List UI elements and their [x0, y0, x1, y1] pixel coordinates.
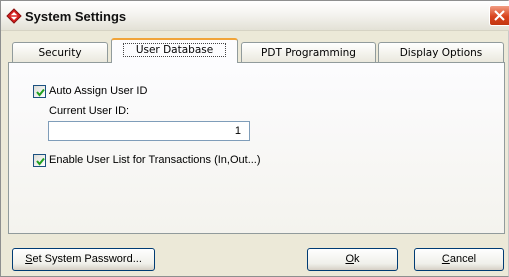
tab-pdt-programming[interactable]: PDT Programming [241, 42, 376, 63]
user-database-panel: Auto Assign User ID Current User ID: 1 E… [8, 62, 505, 234]
app-diamond-icon [6, 8, 22, 24]
tab-security[interactable]: Security [12, 42, 108, 63]
title-bar[interactable]: System Settings [1, 1, 509, 31]
auto-assign-checkbox[interactable] [33, 85, 46, 98]
tab-label: User Database [122, 43, 227, 57]
tab-user-database[interactable]: User Database [111, 38, 238, 63]
cancel-button[interactable]: Cancel [414, 248, 504, 271]
tab-label: Display Options [399, 47, 483, 59]
current-user-id-label: Current User ID: [49, 105, 130, 117]
system-settings-dialog: System Settings Security User Database P… [0, 0, 509, 277]
button-label: et System Password... [32, 253, 142, 265]
button-mnemonic: C [441, 253, 450, 265]
button-label: k [354, 253, 360, 265]
button-label: ancel [449, 253, 477, 265]
tab-label: PDT Programming [261, 47, 356, 59]
enable-user-list-label[interactable]: Enable User List for Transactions (In,Ou… [49, 154, 261, 166]
close-button[interactable] [489, 5, 509, 26]
window-title: System Settings [25, 9, 127, 24]
set-system-password-button[interactable]: Set System Password... [12, 248, 155, 271]
tab-display-options[interactable]: Display Options [378, 42, 504, 63]
auto-assign-label[interactable]: Auto Assign User ID [49, 85, 147, 97]
current-user-id-field[interactable]: 1 [48, 121, 250, 141]
enable-user-list-checkbox[interactable] [33, 154, 46, 167]
ok-button[interactable]: Ok [307, 248, 398, 271]
tab-label: Security [38, 47, 82, 59]
button-mnemonic: O [345, 253, 355, 265]
